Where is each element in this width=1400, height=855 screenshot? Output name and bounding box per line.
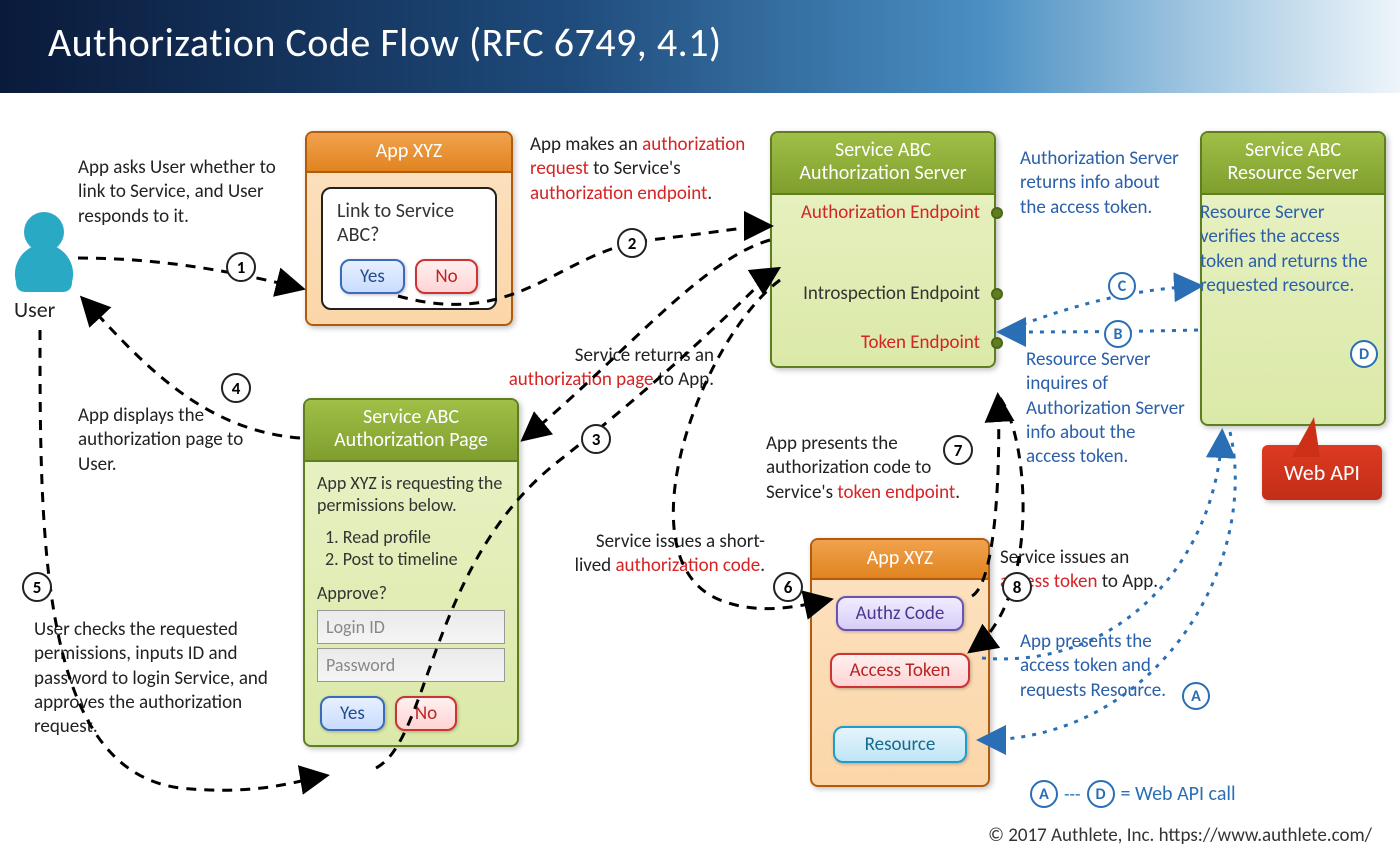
note-3: Service returns an authorization page to… (504, 344, 714, 393)
note-5: User checks the requested permissions, i… (34, 618, 284, 740)
step-6: 6 (773, 572, 803, 602)
approve-label: Approve? (317, 582, 505, 604)
resource-server-title: Service ABC Resource Server (1202, 133, 1384, 195)
yes-button-1[interactable]: Yes (340, 259, 405, 294)
password-field[interactable]: Password (317, 648, 505, 682)
app-xyz-box-1: App XYZ Link to Service ABC? Yes No (305, 131, 513, 326)
authz-code-pill: Authz Code (836, 596, 965, 631)
no-button-1[interactable]: No (415, 259, 477, 294)
step-7: 7 (943, 435, 973, 465)
authorization-page-title: Service ABC Authorization Page (305, 400, 517, 462)
resource-pill: Resource (833, 726, 968, 763)
step-8: 8 (1002, 572, 1032, 602)
page-header: Authorization Code Flow (RFC 6749, 4.1) (0, 0, 1400, 93)
note-1: App asks User whether to link to Service… (78, 156, 298, 229)
authorization-server-title: Service ABC Authorization Server (772, 133, 994, 195)
yes-button-2[interactable]: Yes (320, 696, 385, 731)
user-label: User (14, 296, 55, 323)
note-b: Resource Server inquires of Authorizatio… (1026, 348, 1186, 470)
introspection-endpoint: Introspection Endpoint (772, 276, 994, 311)
legend: A --- D = Web API call (1030, 780, 1236, 808)
authorization-endpoint: Authorization Endpoint (772, 195, 994, 230)
authorization-server-box: Service ABC Authorization Server Authori… (770, 131, 996, 368)
perm-1: 1. Read profile (325, 526, 505, 548)
note-d: Resource Server verifies the access toke… (1200, 201, 1382, 298)
user-icon (12, 210, 76, 294)
note-4: App displays the authorization page to U… (78, 404, 258, 477)
token-endpoint: Token Endpoint (772, 325, 994, 360)
authz-request-text: App XYZ is requesting the permissions be… (317, 472, 505, 516)
note-c: Authorization Server returns info about … (1020, 147, 1180, 220)
link-prompt-text: Link to Service ABC? (337, 199, 481, 247)
app-xyz-title-1: App XYZ (307, 133, 511, 173)
legend-text: = Web API call (1121, 782, 1236, 806)
app-xyz-title-2: App XYZ (812, 540, 988, 580)
authorization-page-box: Service ABC Authorization Page App XYZ i… (303, 398, 519, 747)
note-2: App makes an authorization request to Se… (530, 133, 760, 206)
step-a: A (1182, 682, 1210, 710)
step-b: B (1104, 320, 1132, 348)
web-api-callout: Web API (1262, 445, 1382, 500)
step-2: 2 (617, 228, 647, 258)
step-4: 4 (221, 373, 251, 403)
note-6: Service issues a short-lived authorizati… (565, 530, 765, 579)
step-1: 1 (226, 252, 256, 282)
perm-2: 2. Post to timeline (325, 548, 505, 570)
step-3: 3 (581, 424, 611, 454)
step-c: C (1108, 272, 1136, 300)
access-token-pill: Access Token (830, 653, 971, 688)
link-prompt: Link to Service ABC? Yes No (321, 187, 497, 310)
app-xyz-box-2: App XYZ Authz Code Access Token Resource (810, 538, 990, 787)
no-button-2[interactable]: No (395, 696, 457, 731)
footer: © 2017 Authlete, Inc. https://www.authle… (988, 824, 1372, 847)
login-id-field[interactable]: Login ID (317, 610, 505, 644)
note-a: App presents the access token and reques… (1020, 630, 1190, 703)
page-title: Authorization Code Flow (RFC 6749, 4.1) (48, 18, 1352, 67)
step-d: D (1350, 340, 1378, 368)
step-5: 5 (22, 572, 52, 602)
